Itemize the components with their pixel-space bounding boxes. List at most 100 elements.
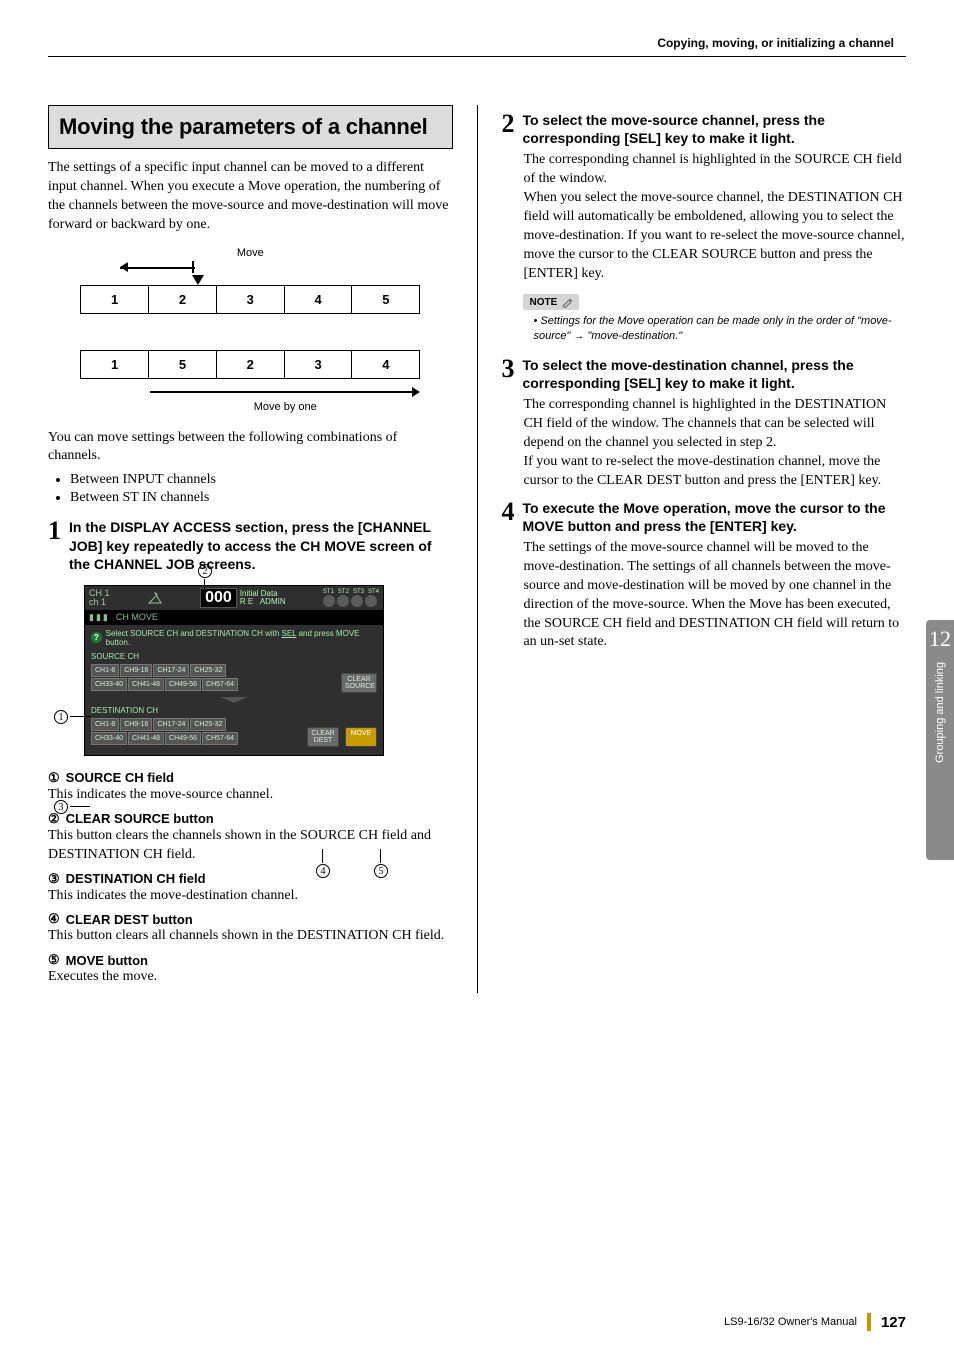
clear-source-button[interactable]: CLEAR SOURCE: [341, 673, 377, 693]
step-title: To select the move-destination channel, …: [522, 356, 906, 392]
hanger-icon: [147, 590, 163, 606]
ch-range-button[interactable]: CH17-24: [153, 664, 189, 677]
step-3: 3 To select the move-destination channel…: [501, 356, 906, 392]
st-knob[interactable]: [337, 595, 349, 607]
st-knob[interactable]: [323, 595, 335, 607]
ui-tab-label[interactable]: CH MOVE: [116, 612, 158, 622]
scene-flags: R E ADMIN: [240, 598, 286, 606]
callout-5: 5: [374, 863, 388, 879]
definition-title: MOVE button: [66, 953, 148, 968]
step-number: 3: [501, 356, 514, 392]
move-by-one-label: Move by one: [150, 401, 420, 413]
note-text: • Settings for the Move operation can be…: [533, 314, 906, 344]
clear-dest-button[interactable]: CLEAR DEST: [307, 727, 339, 747]
st-knob[interactable]: [351, 595, 363, 607]
section-title: Moving the parameters of a channel: [59, 114, 442, 140]
definition-title: CLEAR SOURCE button: [66, 811, 214, 826]
callout-3: 3: [54, 799, 68, 815]
step-2: 2 To select the move-source channel, pre…: [501, 111, 906, 147]
diagram-row-before: 1 2 3 4 5: [80, 285, 420, 314]
manual-title: LS9-16/32 Owner's Manual: [724, 1316, 857, 1328]
arrow-down-icon: [220, 697, 248, 703]
intro-paragraph-2: You can move settings between the follow…: [48, 429, 453, 467]
ui-hint-text: Select SOURCE CH and DESTINATION CH with…: [106, 629, 377, 647]
ch-move-screenshot: 1 2 3 4 5 CH 1ch 1 000: [84, 585, 453, 756]
pencil-icon: [561, 296, 573, 308]
list-item: Between INPUT channels: [70, 472, 453, 488]
definition-1: ①SOURCE CH field This indicates the move…: [48, 770, 453, 805]
step-1: 1 In the DISPLAY ACCESS section, press t…: [48, 518, 453, 573]
ch-range-button[interactable]: CH49-56: [165, 732, 201, 745]
diagram-cell: 2: [149, 286, 217, 313]
ui-channel-label: CH 1ch 1: [89, 589, 110, 607]
definition-title: CLEAR DEST button: [66, 912, 193, 927]
diagram-cell: 2: [217, 351, 285, 378]
step-body: The corresponding channel is highlighted…: [523, 396, 906, 490]
destination-ch-label: DESTINATION CH: [85, 705, 383, 716]
ch-range-button[interactable]: CH57-64: [202, 732, 238, 745]
step-number: 4: [501, 499, 514, 535]
definition-body: This button clears the channels shown in…: [48, 827, 453, 865]
section-heading-box: Moving the parameters of a channel: [48, 105, 453, 149]
chapter-tab: 12 Grouping and linking: [926, 620, 954, 860]
running-head: Copying, moving, or initializing a chann…: [48, 36, 906, 50]
intro-paragraph-1: The settings of a specific input channel…: [48, 159, 453, 235]
destination-ch-field[interactable]: CH1-8 CH9-16 CH17-24 CH25-32 CH33-40 CH4…: [85, 716, 249, 747]
diagram-row-after: 1 5 2 3 4: [80, 350, 420, 379]
callout-1: 1: [54, 709, 68, 725]
diagram-cell: 3: [285, 351, 353, 378]
note-tag: NOTE: [523, 294, 579, 310]
ch-range-button[interactable]: CH41-48: [128, 678, 164, 691]
definition-body: Executes the move.: [48, 968, 453, 987]
ch-range-button[interactable]: CH41-48: [128, 732, 164, 745]
definition-body: This indicates the move-destination chan…: [48, 887, 453, 906]
diagram-cell: 5: [149, 351, 217, 378]
move-button[interactable]: MOVE: [345, 727, 377, 747]
list-item: Between ST IN channels: [70, 490, 453, 506]
source-ch-label: SOURCE CH: [85, 651, 383, 662]
diagram-cell: 3: [217, 286, 285, 313]
definition-title: DESTINATION CH field: [66, 871, 206, 886]
footer-bar: [867, 1313, 871, 1331]
ch-range-button[interactable]: CH25-32: [190, 664, 226, 677]
step-number: 2: [501, 111, 514, 147]
ch-range-button[interactable]: CH1-8: [91, 664, 119, 677]
page-footer: LS9-16/32 Owner's Manual 127: [724, 1313, 906, 1331]
diagram-cell: 1: [81, 286, 149, 313]
ch-range-button[interactable]: CH1-8: [91, 718, 119, 731]
move-label: Move: [80, 247, 420, 259]
ch-range-button[interactable]: CH25-32: [190, 718, 226, 731]
scene-number[interactable]: 000: [200, 588, 237, 608]
diagram-cell: 4: [352, 351, 419, 378]
definition-body: This button clears all channels shown in…: [48, 927, 453, 946]
combination-list: Between INPUT channels Between ST IN cha…: [70, 472, 453, 506]
source-ch-field[interactable]: CH1-8 CH9-16 CH17-24 CH25-32 CH33-40 CH4…: [85, 662, 249, 693]
ch-range-button[interactable]: CH17-24: [153, 718, 189, 731]
ch-range-button[interactable]: CH33-40: [91, 678, 127, 691]
callout-2: 2: [198, 563, 212, 579]
arrow-right-icon: [150, 383, 420, 401]
ch-range-button[interactable]: CH9-16: [120, 664, 152, 677]
definition-body: This indicates the move-source channel.: [48, 786, 453, 805]
definition-title: SOURCE CH field: [66, 770, 174, 785]
chapter-number: 12: [929, 626, 951, 652]
definition-2: ②CLEAR SOURCE button This button clears …: [48, 811, 453, 865]
st-knob[interactable]: [365, 595, 377, 607]
step-title: To execute the Move operation, move the …: [522, 499, 906, 535]
help-icon: ?: [91, 632, 102, 643]
diagram-cell: 4: [285, 286, 353, 313]
page-number: 127: [881, 1314, 906, 1331]
top-rule: [48, 56, 906, 57]
ch-range-button[interactable]: CH49-56: [165, 678, 201, 691]
definition-4: ④CLEAR DEST button This button clears al…: [48, 911, 453, 946]
note: NOTE • Settings for the Move operation c…: [523, 292, 906, 344]
step-title: In the DISPLAY ACCESS section, press the…: [69, 518, 453, 573]
step-title: To select the move-source channel, press…: [522, 111, 906, 147]
ch-range-button[interactable]: CH57-64: [202, 678, 238, 691]
ch-range-button[interactable]: CH9-16: [120, 718, 152, 731]
step-4: 4 To execute the Move operation, move th…: [501, 499, 906, 535]
diagram-cell: 1: [81, 351, 149, 378]
column-divider: [477, 105, 478, 993]
ch-range-button[interactable]: CH33-40: [91, 732, 127, 745]
move-diagram: Move 1 2 3 4 5 1 5 2: [80, 247, 420, 413]
